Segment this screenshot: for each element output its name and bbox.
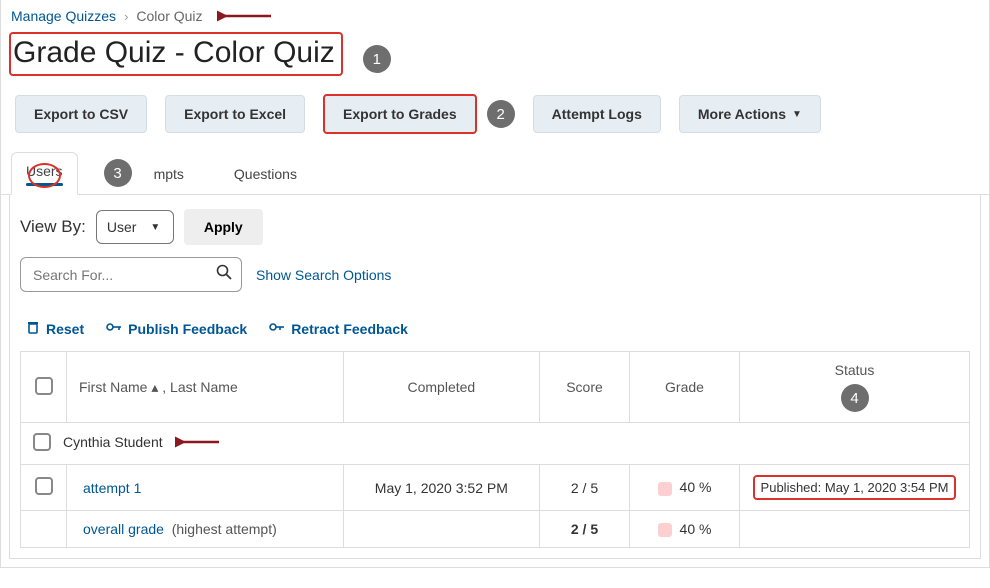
tab-questions[interactable]: Questions [220,156,311,190]
action-bar: Export to CSV Export to Excel Export to … [1,94,989,152]
results-table: First Name ▴ , Last Name Completed Score… [20,351,970,548]
breadcrumb-root-link[interactable]: Manage Quizzes [11,8,116,24]
publish-feedback-button[interactable]: Publish Feedback [106,320,247,337]
annotation-arrow-icon [175,436,221,448]
overall-score: 2 / 5 [540,511,630,548]
retract-feedback-label: Retract Feedback [291,321,408,337]
more-actions-label: More Actions [698,106,786,122]
view-by-select[interactable]: User ▼ [96,210,174,244]
attempt-score: 2 / 5 [540,465,630,511]
apply-button[interactable]: Apply [184,209,263,245]
student-checkbox[interactable] [33,433,51,451]
annotation-badge-4: 4 [841,384,869,412]
view-by-value: User [107,219,137,235]
export-excel-button[interactable]: Export to Excel [165,95,305,133]
reset-label: Reset [46,321,84,337]
overall-grade: 40 % [630,511,740,548]
reset-button[interactable]: Reset [26,320,84,337]
overall-row: overall grade (highest attempt) 2 / 5 40… [21,511,970,548]
student-name[interactable]: Cynthia Student [63,434,163,450]
tab-users-label: Users [26,163,63,179]
attempt-row: attempt 1 May 1, 2020 3:52 PM 2 / 5 40 %… [21,465,970,511]
overall-grade-link[interactable]: overall grade [83,521,164,537]
annotation-badge-3: 3 [104,159,132,187]
chevron-right-icon: › [124,9,128,24]
annotation-badge-1: 1 [363,45,391,73]
annotation-badge-2: 2 [487,100,515,128]
publish-feedback-label: Publish Feedback [128,321,247,337]
export-csv-button[interactable]: Export to CSV [15,95,147,133]
more-actions-button[interactable]: More Actions ▼ [679,95,821,133]
chevron-down-icon: ▼ [792,109,802,120]
annotation-arrow-icon [217,9,273,23]
col-completed-header: Completed [343,352,539,423]
view-by-label: View By: [20,217,86,237]
attempt-checkbox[interactable] [35,477,53,495]
col-name-header[interactable]: First Name ▴ , Last Name [67,352,344,423]
attempt-completed: May 1, 2020 3:52 PM [343,465,539,511]
trash-icon [26,320,40,337]
attempt-link[interactable]: attempt 1 [83,480,141,496]
tab-users[interactable]: Users [11,152,78,195]
select-all-checkbox[interactable] [35,377,53,395]
student-group-row: Cynthia Student [21,423,970,465]
retract-feedback-button[interactable]: Retract Feedback [269,320,408,337]
col-status-header: Status 4 [740,352,970,423]
breadcrumb-current: Color Quiz [136,8,202,24]
chevron-down-icon: ▼ [150,222,160,233]
key-icon [106,320,122,337]
col-grade-header: Grade [630,352,740,423]
show-search-options-link[interactable]: Show Search Options [256,267,391,283]
attempt-status: Published: May 1, 2020 3:54 PM [740,465,970,511]
tabs: Users 3 mpts Questions [1,152,989,195]
attempt-grade: 40 % [630,465,740,511]
export-grades-button[interactable]: Export to Grades [323,94,477,134]
overall-note: (highest attempt) [168,521,277,537]
tab-attempts[interactable]: mpts [154,156,198,190]
search-input-container [20,257,242,292]
search-icon[interactable] [216,264,232,285]
breadcrumb: Manage Quizzes › Color Quiz [1,0,989,24]
search-input[interactable] [31,266,216,284]
table-header-row: First Name ▴ , Last Name Completed Score… [21,352,970,423]
key-icon [269,320,285,337]
attempt-logs-button[interactable]: Attempt Logs [533,95,661,133]
page-title: Grade Quiz - Color Quiz [9,32,343,76]
col-score-header: Score [540,352,630,423]
